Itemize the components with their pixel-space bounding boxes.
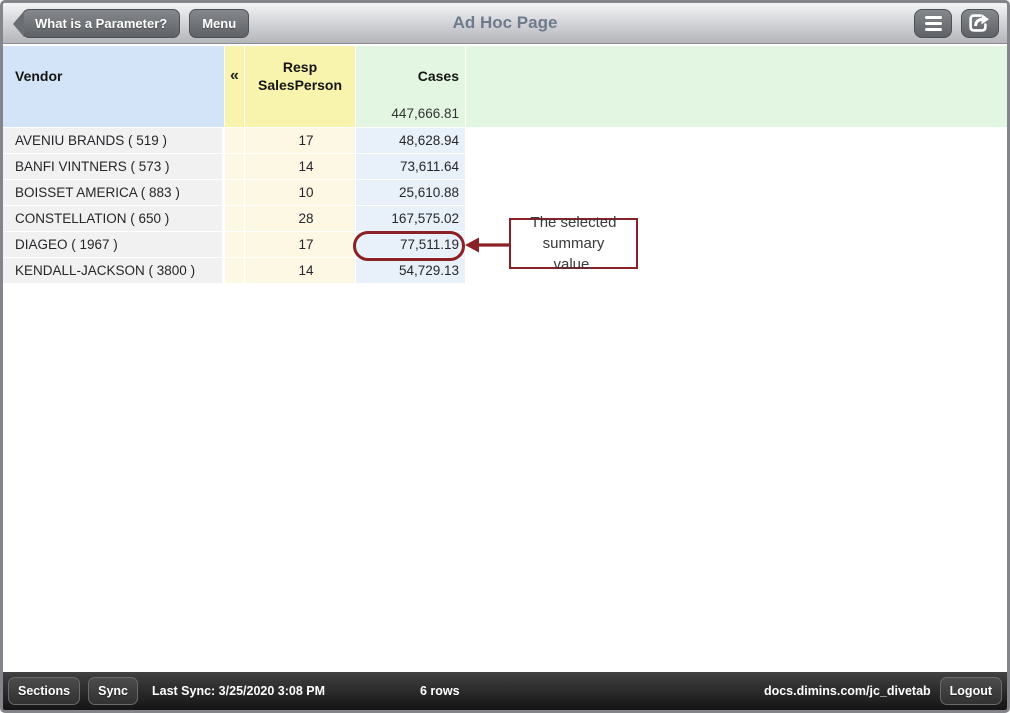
collapse-cell <box>225 232 244 257</box>
back-button-label: What is a Parameter? <box>35 16 167 31</box>
menu-button[interactable]: Menu <box>189 9 249 38</box>
table-row[interactable]: CONSTELLATION ( 650 ) 28 167,575.02 <box>3 206 1007 231</box>
cases-cell[interactable]: 73,611.64 <box>356 154 465 179</box>
vendor-header-label: Vendor <box>3 46 224 106</box>
cases-cell[interactable]: 54,729.13 <box>356 258 465 283</box>
vendor-cell[interactable]: AVENIU BRANDS ( 519 ) <box>3 128 224 153</box>
cases-cell[interactable]: 25,610.88 <box>356 180 465 205</box>
salesperson-cell[interactable]: 28 <box>245 206 355 231</box>
row-filler <box>466 128 1007 153</box>
server-address: docs.dimins.com/jc_divetab <box>764 684 931 698</box>
collapse-cell <box>225 206 244 231</box>
header-filler <box>466 46 1007 127</box>
table-rows: AVENIU BRANDS ( 519 ) 17 48,628.94 BANFI… <box>3 128 1007 283</box>
table-row[interactable]: DIAGEO ( 1967 ) 17 77,511.19 <box>3 232 1007 257</box>
salesperson-cell[interactable]: 17 <box>245 128 355 153</box>
app-window: What is a Parameter? Menu Ad Hoc Page <box>0 0 1010 713</box>
cases-summary-value[interactable]: 447,666.81 <box>356 106 465 127</box>
collapse-cell <box>225 258 244 283</box>
salesperson-cell[interactable]: 14 <box>245 154 355 179</box>
collapse-cell <box>225 180 244 205</box>
vendor-cell[interactable]: BOISSET AMERICA ( 883 ) <box>3 180 224 205</box>
last-sync-status: Last Sync: 3/25/2020 3:08 PM <box>152 684 325 698</box>
cases-cell[interactable]: 48,628.94 <box>356 128 465 153</box>
cases-header-label: Cases <box>356 46 465 106</box>
vendor-cell[interactable]: DIAGEO ( 1967 ) <box>3 232 224 257</box>
vendor-cell[interactable]: KENDALL-JACKSON ( 3800 ) <box>3 258 224 283</box>
share-icon <box>967 11 993 35</box>
vendor-cell[interactable]: BANFI VINTNERS ( 573 ) <box>3 154 224 179</box>
annotation-text: The selected summary value. <box>521 212 626 275</box>
sync-button[interactable]: Sync <box>88 677 138 705</box>
salesperson-cell[interactable]: 14 <box>245 258 355 283</box>
cases-cell[interactable]: 77,511.19 <box>356 232 465 257</box>
collapse-cell <box>225 154 244 179</box>
back-button[interactable]: What is a Parameter? <box>22 9 180 38</box>
vendor-cell[interactable]: CONSTELLATION ( 650 ) <box>3 206 224 231</box>
salesperson-header-label: Resp SalesPerson <box>245 46 355 106</box>
topbar-actions <box>914 9 999 38</box>
sections-button[interactable]: Sections <box>8 677 80 705</box>
collapse-cell <box>225 128 244 153</box>
table-row[interactable]: KENDALL-JACKSON ( 3800 ) 14 54,729.13 <box>3 258 1007 283</box>
salesperson-cell[interactable]: 17 <box>245 232 355 257</box>
content-area: Vendor « Resp SalesPerson Cases 447,666.… <box>3 46 1007 674</box>
table-row[interactable]: BANFI VINTNERS ( 573 ) 14 73,611.64 <box>3 154 1007 179</box>
collapse-column-button[interactable]: « <box>225 46 244 127</box>
cases-column-header[interactable]: Cases 447,666.81 <box>356 46 465 127</box>
hamburger-icon <box>925 16 942 19</box>
table-row[interactable]: AVENIU BRANDS ( 519 ) 17 48,628.94 <box>3 128 1007 153</box>
bottom-status-bar: Sections Sync Last Sync: 3/25/2020 3:08 … <box>3 672 1007 710</box>
salesperson-cell[interactable]: 10 <box>245 180 355 205</box>
list-menu-button[interactable] <box>914 9 952 38</box>
collapse-icon: « <box>225 46 244 106</box>
row-filler <box>466 180 1007 205</box>
salesperson-column-header[interactable]: Resp SalesPerson <box>245 46 355 127</box>
logout-button[interactable]: Logout <box>940 677 1002 705</box>
table-row[interactable]: BOISSET AMERICA ( 883 ) 10 25,610.88 <box>3 180 1007 205</box>
row-count: 6 rows <box>420 684 460 698</box>
table-header: Vendor « Resp SalesPerson Cases 447,666.… <box>3 46 1007 127</box>
top-navigation-bar: What is a Parameter? Menu Ad Hoc Page <box>3 3 1007 44</box>
cases-cell[interactable]: 167,575.02 <box>356 206 465 231</box>
back-arrow-icon <box>13 11 24 37</box>
share-button[interactable] <box>961 9 999 38</box>
annotation-callout: The selected summary value. <box>509 218 638 269</box>
vendor-column-header[interactable]: Vendor <box>3 46 224 127</box>
menu-button-label: Menu <box>202 16 236 31</box>
row-filler <box>466 154 1007 179</box>
